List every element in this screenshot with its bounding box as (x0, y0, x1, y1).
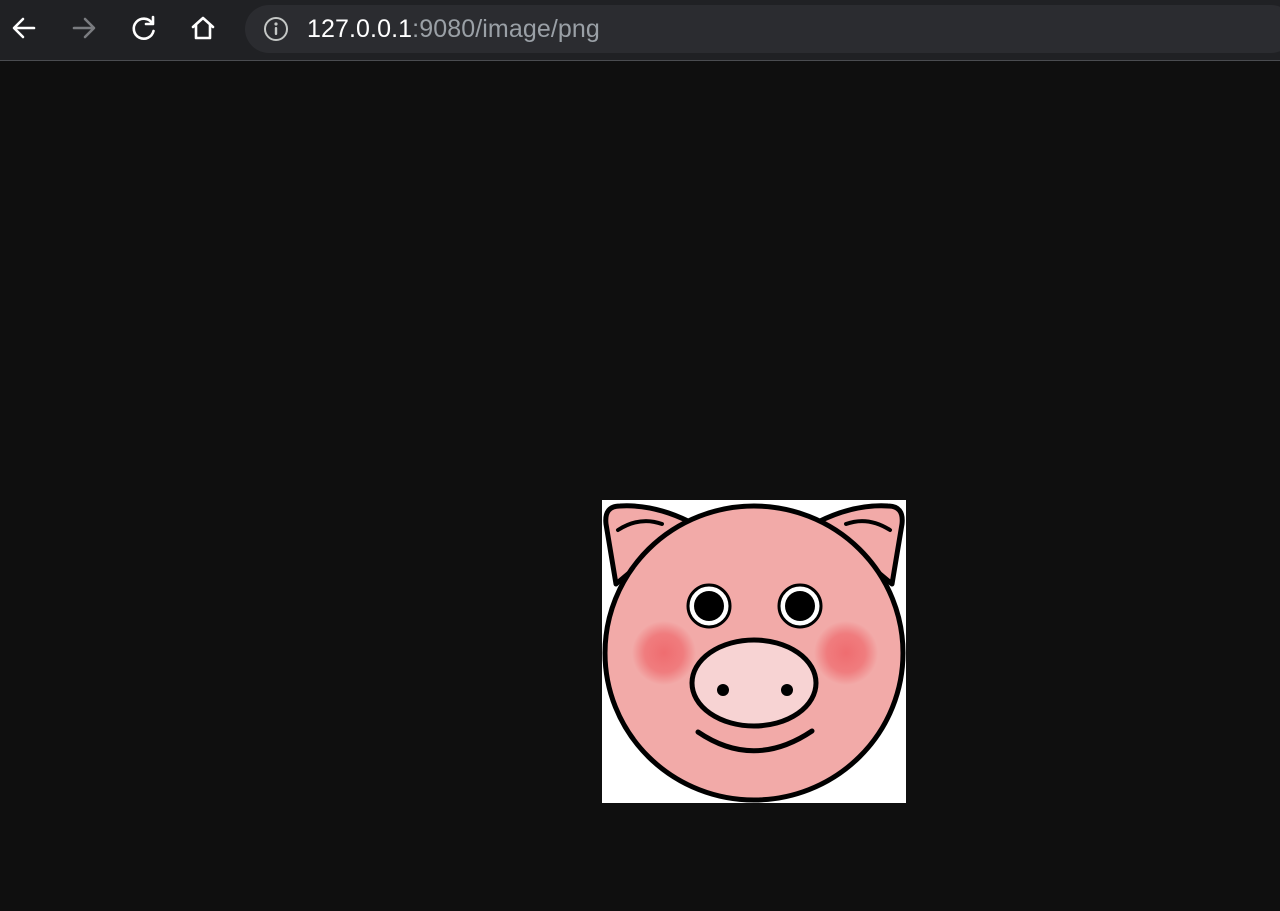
home-icon (189, 14, 217, 42)
reload-button[interactable] (126, 10, 162, 46)
arrow-left-icon (10, 14, 38, 42)
reload-icon (130, 14, 158, 42)
forward-button[interactable] (66, 10, 102, 46)
right-cheek (814, 621, 878, 685)
right-nostril (781, 684, 793, 696)
info-circle-icon[interactable] (263, 16, 289, 42)
home-button[interactable] (185, 10, 221, 46)
displayed-image (602, 500, 906, 803)
address-bar[interactable]: 127.0.0.1:9080/image/png (245, 5, 1280, 53)
url-host: 127.0.0.1 (307, 15, 413, 43)
url-text: 127.0.0.1:9080/image/png (307, 17, 600, 42)
right-eye (777, 583, 823, 629)
snout (689, 637, 819, 729)
pig-face-image (602, 500, 906, 803)
left-eye (686, 583, 732, 629)
url-path: :9080/image/png (412, 15, 600, 43)
left-cheek (632, 621, 696, 685)
back-button[interactable] (6, 10, 42, 46)
left-nostril (717, 684, 729, 696)
arrow-right-icon (70, 14, 98, 42)
page-viewport (0, 62, 1280, 911)
browser-toolbar: 127.0.0.1:9080/image/png (0, 0, 1280, 61)
